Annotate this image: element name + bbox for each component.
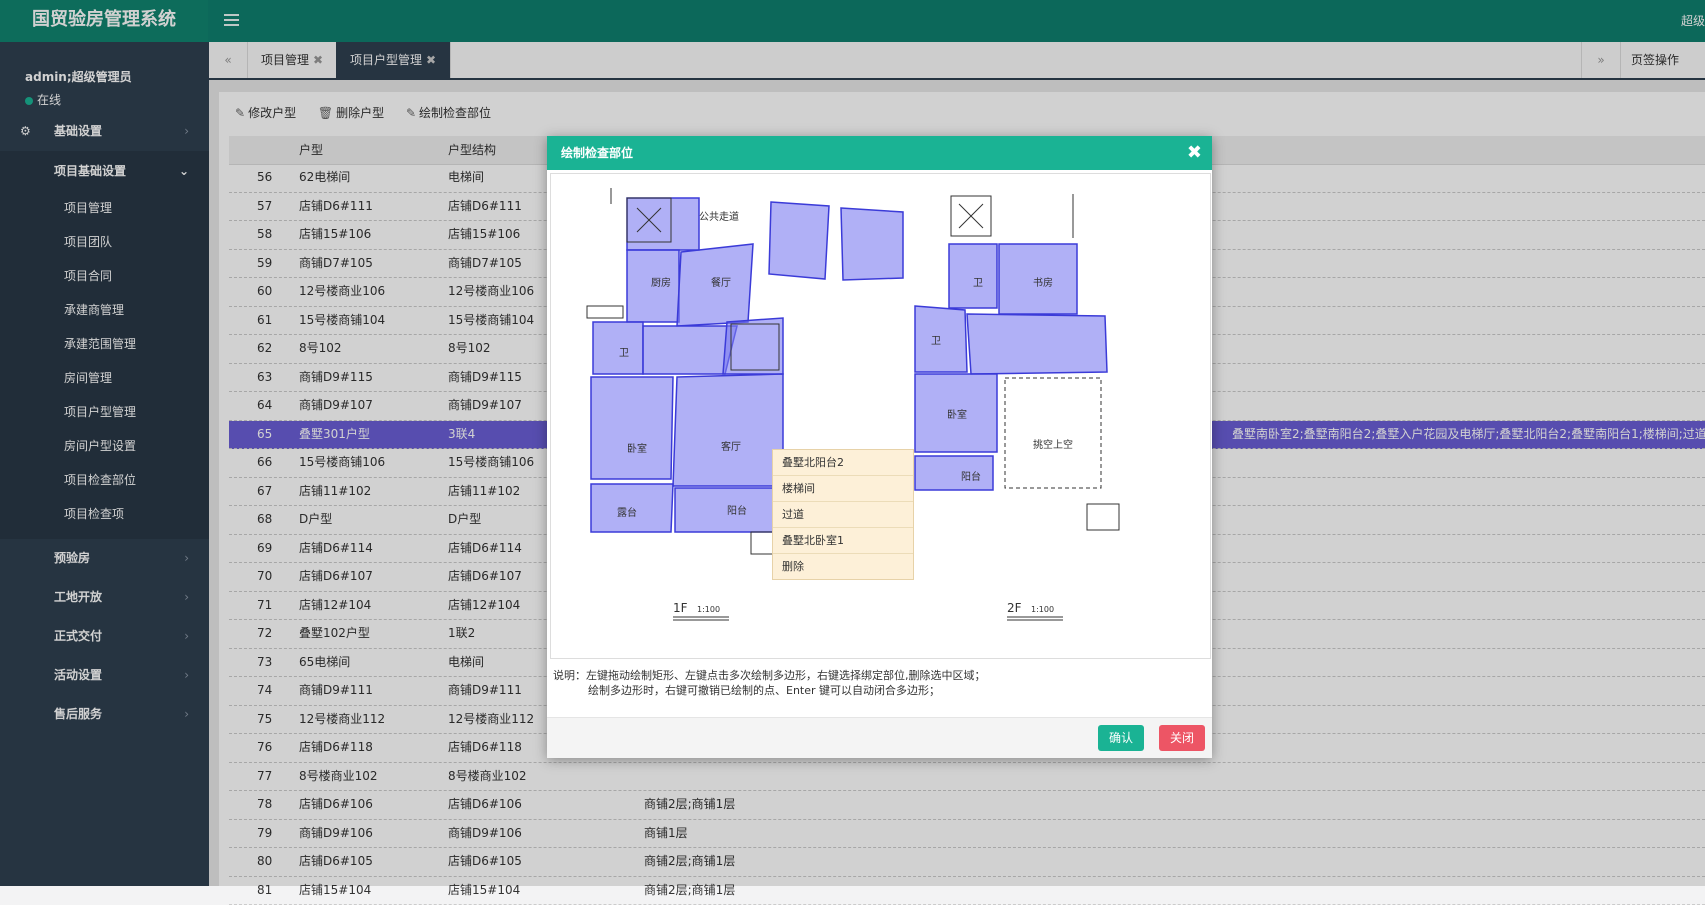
context-menu-item-north-balcony2[interactable]: 叠墅北阳台2	[773, 450, 913, 476]
dialog-footer: 确认 关闭	[547, 717, 1212, 758]
context-menu-item-corridor[interactable]: 过道	[773, 502, 913, 528]
region-polygon	[915, 306, 967, 372]
room-label: 卫	[931, 336, 941, 347]
context-menu-item-delete[interactable]: 删除	[773, 554, 913, 579]
modal-overlay: 绘制检查部位 ✖	[0, 0, 1705, 886]
confirm-button[interactable]: 确认	[1098, 725, 1144, 751]
draw-parts-dialog: 绘制检查部位 ✖	[547, 136, 1212, 758]
close-icon[interactable]: ✖	[1187, 136, 1202, 170]
region-polygon	[591, 377, 673, 479]
floor-plan-canvas[interactable]: 公共走道 厨房 餐厅 卫 卧室 客厅 露台 阳台	[550, 173, 1211, 659]
region-polygon	[949, 244, 997, 308]
room-label: 餐厅	[711, 276, 731, 289]
scale-label-1f: 1:100	[697, 605, 720, 614]
room-label: 阳台	[961, 470, 981, 483]
room-label: 卧室	[627, 442, 647, 455]
dialog-header: 绘制检查部位 ✖	[547, 136, 1212, 170]
context-menu-item-stairwell[interactable]: 楼梯间	[773, 476, 913, 502]
region-polygon	[769, 202, 829, 279]
instruction-line-2: 绘制多边形时，右键可撤销已绘制的点、Enter 键可以自动闭合多边形；	[553, 683, 1203, 698]
floor-label-1f: 1F	[673, 601, 688, 615]
region-polygon	[967, 314, 1107, 374]
room-label: 挑空上空	[1033, 438, 1073, 451]
context-menu-item-north-bedroom1[interactable]: 叠墅北卧室1	[773, 528, 913, 554]
instruction-line-1: 说明：左键拖动绘制矩形、左键点击多次绘制多边形，右键选择绑定部位,删除选中区域；	[553, 668, 1203, 683]
room-label: 阳台	[727, 504, 747, 517]
floor-label-2f: 2F	[1007, 601, 1022, 615]
room-label: 卧室	[947, 408, 967, 421]
room-label: 卫	[619, 348, 629, 359]
room-label: 客厅	[721, 440, 741, 453]
region-polygon	[723, 318, 783, 374]
region-polygon	[841, 208, 903, 280]
scale-label-2f: 1:100	[1031, 605, 1054, 614]
close-button[interactable]: 关闭	[1159, 725, 1205, 751]
dialog-title: 绘制检查部位	[561, 146, 633, 160]
region-polygon	[915, 456, 993, 490]
room-label: 厨房	[651, 276, 671, 289]
room-label: 卫	[973, 278, 983, 289]
context-menu: 叠墅北阳台2 楼梯间 过道 叠墅北卧室1 删除	[772, 449, 914, 580]
floor-plan-svg[interactable]: 公共走道 厨房 餐厅 卫 卧室 客厅 露台 阳台	[551, 174, 1210, 658]
room-label: 书房	[1033, 276, 1053, 289]
instructions: 说明：左键拖动绘制矩形、左键点击多次绘制多边形，右键选择绑定部位,删除选中区域；…	[553, 668, 1203, 698]
room-label: 公共走道	[699, 210, 739, 223]
region-polygon	[673, 374, 783, 486]
region-polygon	[593, 322, 643, 374]
room-label: 露台	[617, 506, 637, 519]
